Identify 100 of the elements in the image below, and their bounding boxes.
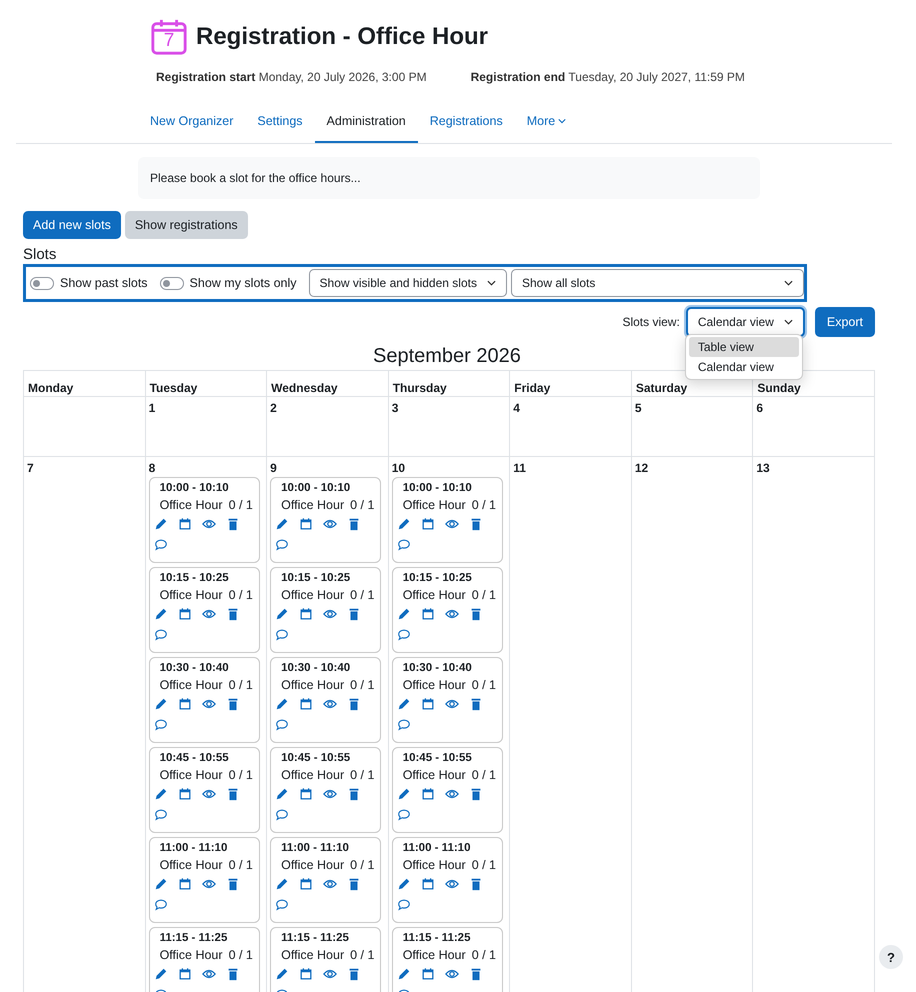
comment-icon[interactable]	[154, 538, 168, 552]
trash-icon[interactable]	[226, 517, 240, 531]
trash-icon[interactable]	[468, 607, 483, 621]
menu-option[interactable]: Table view	[688, 337, 799, 357]
calendar-icon[interactable]	[420, 967, 435, 981]
calendar-icon[interactable]	[178, 967, 192, 981]
nav-tab[interactable]: Settings	[245, 106, 315, 143]
edit-icon[interactable]	[275, 787, 290, 801]
trash-icon[interactable]	[347, 877, 362, 891]
eye-icon[interactable]	[444, 517, 459, 531]
comment-icon[interactable]	[396, 538, 411, 552]
calendar-icon[interactable]	[299, 877, 314, 891]
calendar-icon[interactable]	[178, 787, 192, 801]
trash-icon[interactable]	[468, 517, 483, 531]
calendar-icon[interactable]	[420, 517, 435, 531]
comment-icon[interactable]	[275, 808, 290, 822]
calendar-icon[interactable]	[299, 787, 314, 801]
eye-icon[interactable]	[323, 697, 338, 711]
edit-icon[interactable]	[275, 517, 290, 531]
eye-icon[interactable]	[202, 967, 216, 981]
export-button[interactable]: Export	[814, 307, 875, 337]
edit-icon[interactable]	[275, 967, 290, 981]
edit-icon[interactable]	[154, 697, 168, 711]
calendar-icon[interactable]	[178, 697, 192, 711]
nav-tab[interactable]: Registrations	[418, 106, 515, 143]
trash-icon[interactable]	[347, 787, 362, 801]
calendar-icon[interactable]	[178, 607, 192, 621]
trash-icon[interactable]	[347, 517, 362, 531]
trash-icon[interactable]	[468, 787, 483, 801]
trash-icon[interactable]	[347, 607, 362, 621]
comment-icon[interactable]	[154, 718, 168, 732]
toggle-switch[interactable]	[30, 276, 54, 290]
comment-icon[interactable]	[275, 718, 290, 732]
calendar-icon[interactable]	[420, 697, 435, 711]
trash-icon[interactable]	[468, 967, 483, 981]
calendar-icon[interactable]	[299, 697, 314, 711]
calendar-icon[interactable]	[299, 967, 314, 981]
filter-select[interactable]: Show all slots	[510, 269, 804, 297]
calendar-icon[interactable]	[420, 877, 435, 891]
edit-icon[interactable]	[396, 607, 411, 621]
trash-icon[interactable]	[468, 697, 483, 711]
more-menu-tab[interactable]: More	[514, 106, 578, 143]
toggle-switch[interactable]	[160, 276, 184, 290]
edit-icon[interactable]	[154, 787, 168, 801]
eye-icon[interactable]	[323, 787, 338, 801]
trash-icon[interactable]	[347, 967, 362, 981]
edit-icon[interactable]	[154, 607, 168, 621]
edit-icon[interactable]	[396, 967, 411, 981]
eye-icon[interactable]	[323, 877, 338, 891]
trash-icon[interactable]	[347, 697, 362, 711]
eye-icon[interactable]	[323, 967, 338, 981]
add-slots-button[interactable]: Add new slots	[23, 211, 121, 239]
comment-icon[interactable]	[275, 898, 290, 912]
edit-icon[interactable]	[396, 877, 411, 891]
comment-icon[interactable]	[275, 628, 290, 642]
trash-icon[interactable]	[226, 607, 240, 621]
comment-icon[interactable]	[275, 538, 290, 552]
calendar-icon[interactable]	[420, 787, 435, 801]
edit-icon[interactable]	[275, 697, 290, 711]
trash-icon[interactable]	[226, 967, 240, 981]
calendar-icon[interactable]	[178, 877, 192, 891]
eye-icon[interactable]	[323, 517, 338, 531]
eye-icon[interactable]	[444, 877, 459, 891]
eye-icon[interactable]	[444, 787, 459, 801]
edit-icon[interactable]	[275, 877, 290, 891]
trash-icon[interactable]	[226, 697, 240, 711]
comment-icon[interactable]	[154, 898, 168, 912]
calendar-icon[interactable]	[299, 607, 314, 621]
help-button[interactable]: ?	[879, 945, 903, 969]
calendar-icon[interactable]	[299, 517, 314, 531]
edit-icon[interactable]	[154, 967, 168, 981]
edit-icon[interactable]	[154, 517, 168, 531]
calendar-icon[interactable]	[178, 517, 192, 531]
edit-icon[interactable]	[396, 697, 411, 711]
trash-icon[interactable]	[226, 877, 240, 891]
trash-icon[interactable]	[468, 877, 483, 891]
nav-tab[interactable]: New Organizer	[138, 106, 246, 143]
eye-icon[interactable]	[202, 787, 216, 801]
eye-icon[interactable]	[444, 967, 459, 981]
eye-icon[interactable]	[202, 697, 216, 711]
comment-icon[interactable]	[154, 628, 168, 642]
eye-icon[interactable]	[202, 607, 216, 621]
nav-tab[interactable]: Administration	[314, 106, 418, 143]
edit-icon[interactable]	[396, 787, 411, 801]
eye-icon[interactable]	[323, 607, 338, 621]
slots-view-select[interactable]: Calendar view	[686, 307, 805, 337]
eye-icon[interactable]	[202, 517, 216, 531]
comment-icon[interactable]	[154, 808, 168, 822]
trash-icon[interactable]	[226, 787, 240, 801]
comment-icon[interactable]	[396, 808, 411, 822]
edit-icon[interactable]	[275, 607, 290, 621]
comment-icon[interactable]	[396, 718, 411, 732]
eye-icon[interactable]	[444, 697, 459, 711]
show-registrations-button[interactable]: Show registrations	[124, 211, 248, 239]
eye-icon[interactable]	[202, 877, 216, 891]
comment-icon[interactable]	[396, 898, 411, 912]
eye-icon[interactable]	[444, 607, 459, 621]
calendar-icon[interactable]	[420, 607, 435, 621]
edit-icon[interactable]	[154, 877, 168, 891]
edit-icon[interactable]	[396, 517, 411, 531]
